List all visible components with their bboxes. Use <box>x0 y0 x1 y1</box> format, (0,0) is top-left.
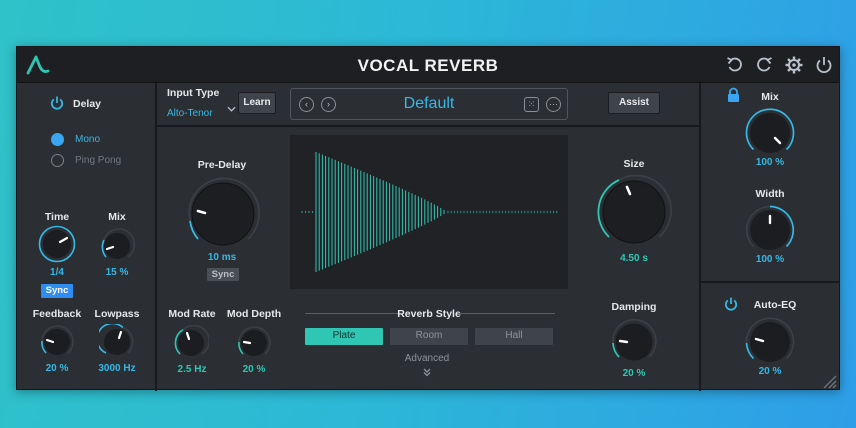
style-hall-button[interactable]: Hall <box>475 328 553 345</box>
input-type-value: Alto-Tenor <box>167 108 213 119</box>
mono-label: Mono <box>75 134 101 145</box>
waveform-graph <box>301 152 558 272</box>
pre-delay-label: Pre-Delay <box>197 159 247 171</box>
time-knob[interactable] <box>38 225 76 263</box>
delay-mix-knob[interactable] <box>99 228 136 264</box>
pre-delay-value: 10 ms <box>207 252 237 263</box>
mono-radio[interactable] <box>51 133 64 146</box>
redo-icon[interactable] <box>754 55 774 75</box>
reverb-style-label: Reverb Style <box>397 308 461 320</box>
pre-delay-knob[interactable] <box>184 175 262 253</box>
plugin-title: VOCAL REVERB <box>357 56 499 75</box>
advanced-label[interactable]: Advanced <box>387 353 467 364</box>
delay-mix-label: Mix <box>108 211 126 223</box>
auto-eq-label: Auto-EQ <box>753 299 797 311</box>
auto-eq-power-icon[interactable] <box>723 296 739 312</box>
delay-label: Delay <box>73 98 102 110</box>
lowpass-label: Lowpass <box>94 308 140 320</box>
reverb-style-line-left <box>305 313 401 314</box>
preset-selector: ‹ › Default ⁙ ··· <box>290 88 568 120</box>
time-label: Time <box>44 211 70 223</box>
divider-right <box>699 83 701 391</box>
style-plate-button[interactable]: Plate <box>305 328 383 345</box>
input-type-label: Input Type <box>167 87 220 99</box>
ping-pong-label: Ping Pong <box>75 155 122 166</box>
damping-value: 20 % <box>622 368 646 379</box>
feedback-knob[interactable] <box>39 324 75 360</box>
delay-sync-button[interactable]: Sync <box>41 284 73 298</box>
pre-delay-sync-button[interactable]: Sync <box>207 268 239 281</box>
auto-eq-knob[interactable] <box>744 316 796 368</box>
damping-label: Damping <box>611 301 657 313</box>
mod-depth-label: Mod Depth <box>226 308 282 320</box>
power-icon[interactable] <box>814 55 834 75</box>
ping-pong-radio[interactable] <box>51 154 64 167</box>
mod-rate-label: Mod Rate <box>168 308 216 320</box>
width-value: 100 % <box>755 254 785 265</box>
prev-preset-icon[interactable]: ‹ <box>299 97 314 112</box>
size-label: Size <box>623 158 645 170</box>
mod-depth-knob[interactable] <box>236 325 272 361</box>
mod-rate-knob[interactable] <box>173 324 211 361</box>
mix-knob[interactable] <box>744 107 796 159</box>
mix-value: 100 % <box>755 157 785 168</box>
reverb-style-line-right <box>459 313 555 314</box>
width-knob[interactable] <box>744 204 796 256</box>
time-value: 1/4 <box>50 267 64 278</box>
waveform-predelay-dot <box>304 211 307 213</box>
lowpass-value: 3000 Hz <box>98 363 136 374</box>
delay-power-icon[interactable] <box>49 95 65 111</box>
more-options-icon[interactable]: ··· <box>546 97 561 112</box>
lowpass-knob[interactable] <box>96 322 135 360</box>
lock-icon[interactable] <box>726 87 741 103</box>
waveform-predelay-dot <box>308 211 310 213</box>
title-bar: VOCAL REVERB <box>17 47 839 83</box>
style-room-button[interactable]: Room <box>390 328 468 345</box>
waveform-predelay-dot <box>311 211 314 213</box>
feedback-value: 20 % <box>45 363 69 374</box>
next-preset-icon[interactable]: › <box>321 97 336 112</box>
divider-autoeq <box>701 281 839 283</box>
assist-button[interactable]: Assist <box>608 92 660 114</box>
input-type-select[interactable]: Alto-Tenor <box>167 103 236 119</box>
undo-icon[interactable] <box>725 55 745 75</box>
mod-rate-value: 2.5 Hz <box>177 364 207 375</box>
size-value: 4.50 s <box>620 253 648 264</box>
double-chevron-down-icon[interactable] <box>422 367 432 377</box>
width-label: Width <box>755 188 785 200</box>
resize-grip-icon[interactable] <box>821 373 837 389</box>
size-knob[interactable] <box>595 173 673 251</box>
divider-top <box>157 125 699 127</box>
vocal-reverb-plugin: VOCAL REVERB Delay Mono Ping Pong Time 1… <box>16 46 840 391</box>
mix-label: Mix <box>761 91 779 103</box>
divider-left <box>155 83 157 391</box>
chevron-down-icon <box>227 106 236 112</box>
waveform-display <box>290 135 568 289</box>
delay-mix-value: 15 % <box>105 267 129 278</box>
gear-icon[interactable] <box>784 55 804 75</box>
feedback-label: Feedback <box>32 308 82 320</box>
mod-depth-value: 20 % <box>242 364 266 375</box>
learn-button[interactable]: Learn <box>238 92 276 114</box>
randomize-icon[interactable]: ⁙ <box>524 97 539 112</box>
damping-knob[interactable] <box>610 318 658 366</box>
preset-name[interactable]: Default <box>351 95 507 113</box>
waveform-predelay-dot <box>301 211 303 213</box>
auto-eq-value: 20 % <box>758 366 782 377</box>
